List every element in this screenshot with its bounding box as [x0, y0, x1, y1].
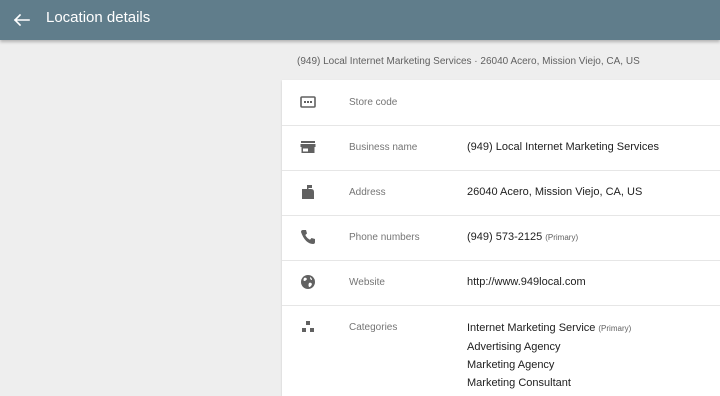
arrow-back-icon: [13, 13, 30, 27]
store-code-label: Store code: [349, 97, 398, 108]
phone-number: (949) 573-2125: [467, 231, 543, 243]
primary-tag: (Primary): [545, 233, 579, 242]
address-row[interactable]: Address 26040 Acero, Mission Viejo, CA, …: [282, 170, 720, 216]
categories-icon: [302, 321, 314, 332]
website-row[interactable]: Website http://www.949local.com: [282, 260, 720, 306]
page-title: Location details: [46, 9, 151, 26]
phone-value: (949) 573-2125 (Primary): [467, 230, 578, 245]
back-button[interactable]: [8, 7, 34, 33]
category-item: Marketing Consultant: [467, 377, 571, 389]
categories-label: Categories: [349, 322, 398, 333]
store-code-icon: [300, 96, 316, 108]
primary-tag: (Primary): [598, 324, 632, 333]
globe-icon: [301, 275, 315, 289]
category-item: Advertising Agency: [467, 341, 561, 353]
categories-list: Internet Marketing Service (Primary) Adve…: [467, 319, 631, 392]
phone-row[interactable]: Phone numbers (949) 573-2125 (Primary): [282, 215, 720, 261]
business-name-label: Business name: [349, 142, 418, 153]
category-item: Marketing Agency: [467, 359, 555, 371]
app-bar: Location details: [0, 0, 720, 40]
mailbox-icon: [302, 185, 314, 199]
categories-row[interactable]: Categories Internet Marketing Service (Pr…: [282, 305, 720, 396]
address-label: Address: [349, 187, 386, 198]
phone-icon: [301, 230, 315, 244]
storefront-icon: [300, 141, 316, 153]
phone-label: Phone numbers: [349, 232, 420, 243]
store-code-row[interactable]: Store code: [282, 80, 720, 126]
category-item: Internet Marketing Service (Primary): [467, 322, 632, 334]
location-subtitle: (949) Local Internet Marketing Services …: [297, 56, 640, 67]
details-card: Store code Business name (949) Local Int…: [282, 80, 720, 396]
address-value: 26040 Acero, Mission Viejo, CA, US: [467, 186, 643, 198]
website-label: Website: [349, 277, 385, 288]
business-name-row[interactable]: Business name (949) Local Internet Marke…: [282, 125, 720, 171]
website-value: http://www.949local.com: [467, 276, 586, 288]
business-name-value: (949) Local Internet Marketing Services: [467, 141, 659, 153]
